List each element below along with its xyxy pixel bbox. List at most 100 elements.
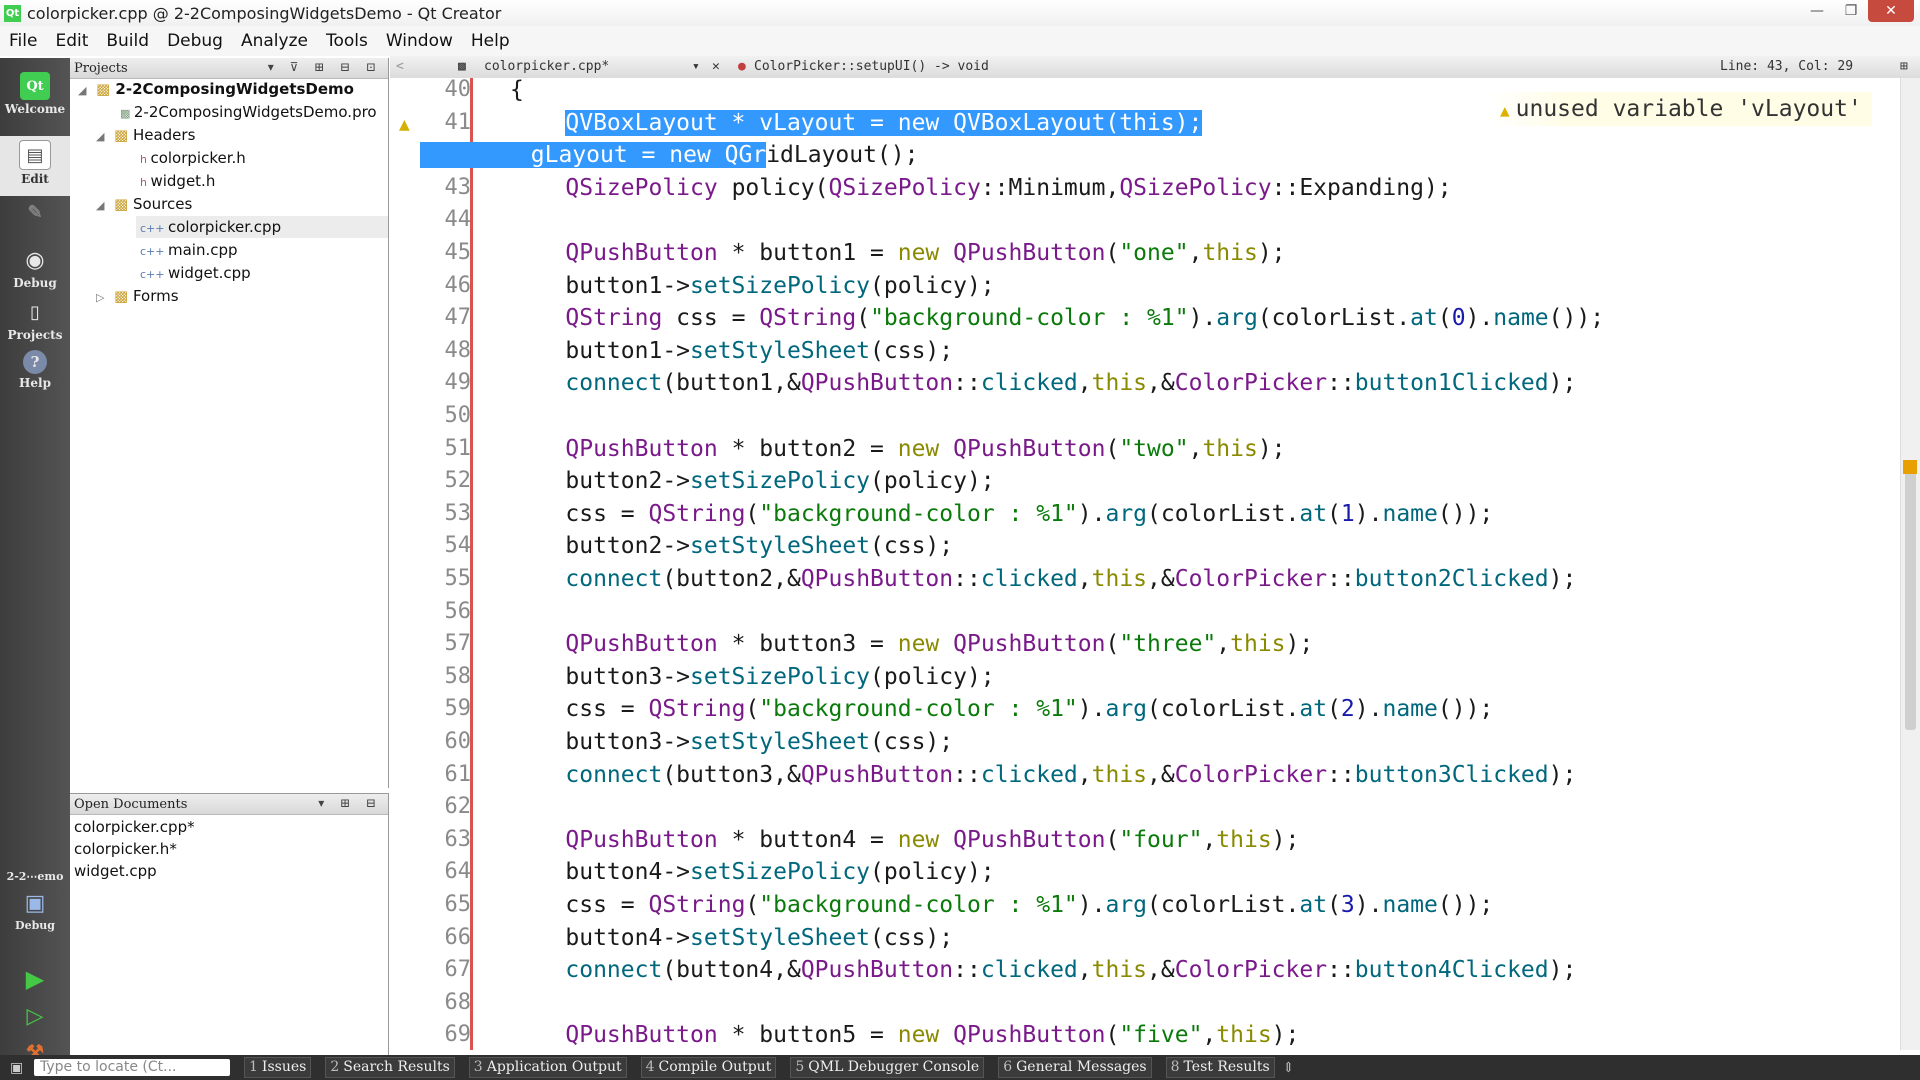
- code-line[interactable]: QVBoxLayout * vLayout = new QVBoxLayout(…: [510, 107, 1203, 139]
- tab-compile-output[interactable]: 4 Compile Output: [640, 1057, 777, 1078]
- menu-file[interactable]: File: [0, 31, 46, 51]
- tree-colorpicker-h[interactable]: h colorpicker.h: [140, 147, 246, 169]
- code-line[interactable]: QPushButton * button2 = new QPushButton(…: [510, 433, 1285, 465]
- maximize-icon[interactable]: ❐: [1834, 0, 1868, 22]
- menu-help[interactable]: Help: [462, 31, 519, 51]
- line-number: 51: [444, 435, 472, 461]
- menu-tools[interactable]: Tools: [317, 31, 377, 51]
- code-line[interactable]: css = QString("background-color : %1").a…: [510, 498, 1493, 530]
- mode-projects[interactable]: ▯ Projects: [0, 298, 70, 350]
- mode-design[interactable]: ✎: [0, 198, 70, 238]
- code-line[interactable]: QPushButton * button4 = new QPushButton(…: [510, 824, 1299, 856]
- menu-edit[interactable]: Edit: [46, 31, 97, 51]
- code-line[interactable]: QPushButton * button5 = new QPushButton(…: [510, 1019, 1299, 1050]
- expand-toggle-icon[interactable]: ◢: [78, 80, 92, 102]
- expand-toggle-icon[interactable]: ◢: [96, 195, 110, 217]
- open-doc-item[interactable]: colorpicker.cpp*: [74, 816, 195, 838]
- target-selector[interactable]: 2-2⋯emo ▣ Debug: [0, 870, 70, 950]
- tab-number: 6: [1003, 1059, 1013, 1075]
- split-icon[interactable]: ⊞: [1900, 59, 1908, 74]
- mode-help[interactable]: ? Help: [0, 350, 70, 402]
- tab-number: 8: [1170, 1059, 1180, 1075]
- tree-project-root[interactable]: ◢ ▩ 2-2ComposingWidgetsDemo: [78, 78, 354, 100]
- tab-general-messages[interactable]: 6 General Messages: [998, 1057, 1152, 1078]
- scrollbar-thumb[interactable]: [1905, 460, 1916, 730]
- minimize-icon[interactable]: —: [1800, 0, 1834, 22]
- code-line[interactable]: button3->setStyleSheet(css);: [510, 726, 953, 758]
- code-line[interactable]: connect(button2,&QPushButton::clicked,th…: [510, 563, 1576, 595]
- close-icon[interactable]: ✕: [1868, 0, 1914, 22]
- current-file-selector[interactable]: colorpicker.cpp*: [484, 59, 609, 74]
- tree-item-label: main.cpp: [167, 241, 238, 259]
- panel-tool-icons[interactable]: ▾ ⊽ ⊞ ⊟ ⊡: [268, 60, 382, 74]
- code-line[interactable]: QSizePolicy policy(QSizePolicy::Minimum,…: [510, 172, 1451, 204]
- collapse-toggle-icon[interactable]: ▷: [96, 287, 110, 309]
- code-line[interactable]: css = QString("background-color : %1").a…: [510, 889, 1493, 921]
- tree-main-cpp[interactable]: c++ main.cpp: [140, 239, 238, 261]
- cursor-position[interactable]: Line: 43, Col: 29: [1720, 59, 1853, 74]
- folder-icon: ▩: [114, 126, 133, 144]
- tree-forms[interactable]: ▷ ▩ Forms: [96, 285, 179, 307]
- tree-headers[interactable]: ◢ ▩ Headers: [96, 124, 195, 146]
- mode-debug-label: Debug: [13, 276, 57, 290]
- tab-test-results[interactable]: 8 Test Results: [1165, 1057, 1275, 1078]
- tab-qml-debugger-console[interactable]: 5 QML Debugger Console: [790, 1057, 985, 1078]
- code-editor[interactable]: ▲ 40 {41 QVBoxLayout * vLayout = new QVBo…: [390, 78, 1905, 1050]
- mode-edit[interactable]: ▤ Edit: [0, 136, 70, 196]
- code-line[interactable]: connect(button1,&QPushButton::clicked,th…: [510, 367, 1576, 399]
- code-line[interactable]: {: [510, 78, 524, 106]
- code-line[interactable]: button1->setStyleSheet(css);: [510, 335, 953, 367]
- code-line[interactable]: gLayout = new QGridLayout();: [420, 139, 919, 171]
- line-number: 49: [444, 370, 472, 396]
- tree-pro-file[interactable]: ▩ 2-2ComposingWidgetsDemo.pro: [120, 101, 377, 123]
- code-line[interactable]: css = QString("background-color : %1").a…: [510, 693, 1493, 725]
- mode-welcome[interactable]: Qt Welcome: [0, 72, 70, 128]
- code-line[interactable]: QPushButton * button1 = new QPushButton(…: [510, 237, 1285, 269]
- projects-panel: Projects ▾ ⊽ ⊞ ⊟ ⊡ ◢ ▩ 2-2ComposingWidget…: [70, 58, 389, 788]
- code-line[interactable]: QString css = QString("background-color …: [510, 302, 1604, 334]
- code-line[interactable]: QPushButton * button3 = new QPushButton(…: [510, 628, 1313, 660]
- code-line[interactable]: button4->setStyleSheet(css);: [510, 922, 953, 954]
- line-number: 58: [444, 663, 472, 689]
- tab-issues[interactable]: 1 Issues: [244, 1057, 312, 1078]
- locator-input[interactable]: Type to locate (Ct...: [34, 1059, 230, 1076]
- tree-colorpicker-cpp[interactable]: c++ colorpicker.cpp: [136, 216, 388, 238]
- open-documents-panel: Open Documents ▾ ⊞ ⊟ colorpicker.cpp* co…: [70, 793, 389, 1058]
- tree-sources[interactable]: ◢ ▩ Sources: [96, 193, 192, 215]
- mode-debug[interactable]: ◉ Debug: [0, 246, 70, 298]
- open-doc-item[interactable]: widget.cpp: [74, 860, 157, 882]
- code-line[interactable]: button2->setStyleSheet(css);: [510, 530, 953, 562]
- open-doc-item[interactable]: colorpicker.h*: [74, 838, 177, 860]
- tab-application-output[interactable]: 3 Application Output: [468, 1057, 627, 1078]
- open-documents-header: Open Documents ▾ ⊞ ⊟: [70, 794, 388, 815]
- tree-widget-cpp[interactable]: c++ widget.cpp: [140, 262, 251, 284]
- code-line[interactable]: button1->setSizePolicy(policy);: [510, 270, 994, 302]
- code-line[interactable]: button4->setSizePolicy(policy);: [510, 856, 994, 888]
- more-tabs-icon[interactable]: ⇕: [1283, 1060, 1295, 1076]
- monitor-icon: ▣: [24, 890, 46, 916]
- line-number: 56: [444, 598, 472, 624]
- menu-analyze[interactable]: Analyze: [232, 31, 317, 51]
- vertical-scrollbar[interactable]: [1900, 78, 1920, 1050]
- code-line[interactable]: button2->setSizePolicy(policy);: [510, 465, 994, 497]
- code-line[interactable]: connect(button3,&QPushButton::clicked,th…: [510, 759, 1576, 791]
- nav-back-icon[interactable]: <: [396, 59, 404, 74]
- line-number: 40: [444, 78, 472, 102]
- expand-toggle-icon[interactable]: ◢: [96, 126, 110, 148]
- close-file-icon[interactable]: ✕: [712, 59, 720, 74]
- menu-window[interactable]: Window: [377, 31, 462, 51]
- code-line[interactable]: connect(button4,&QPushButton::clicked,th…: [510, 954, 1576, 986]
- menu-debug[interactable]: Debug: [158, 31, 232, 51]
- symbol-selector[interactable]: ColorPicker::setupUI() -> void: [754, 59, 989, 74]
- tree-item-label: 2-2ComposingWidgetsDemo.pro: [133, 103, 377, 121]
- tree-item-label: Sources: [132, 195, 193, 213]
- run-button[interactable]: ▶: [0, 964, 70, 994]
- panel-tool-icons[interactable]: ▾ ⊞ ⊟: [318, 796, 382, 810]
- debug-run-button[interactable]: ▷: [0, 1002, 70, 1032]
- menu-build[interactable]: Build: [97, 31, 158, 51]
- code-line[interactable]: button3->setSizePolicy(policy);: [510, 661, 994, 693]
- tree-widget-h[interactable]: h widget.h: [140, 170, 215, 192]
- toggle-sidebar-icon[interactable]: ▣: [10, 1060, 23, 1076]
- dropdown-icon[interactable]: ▾: [692, 59, 700, 74]
- tab-search-results[interactable]: 2 Search Results: [325, 1057, 455, 1078]
